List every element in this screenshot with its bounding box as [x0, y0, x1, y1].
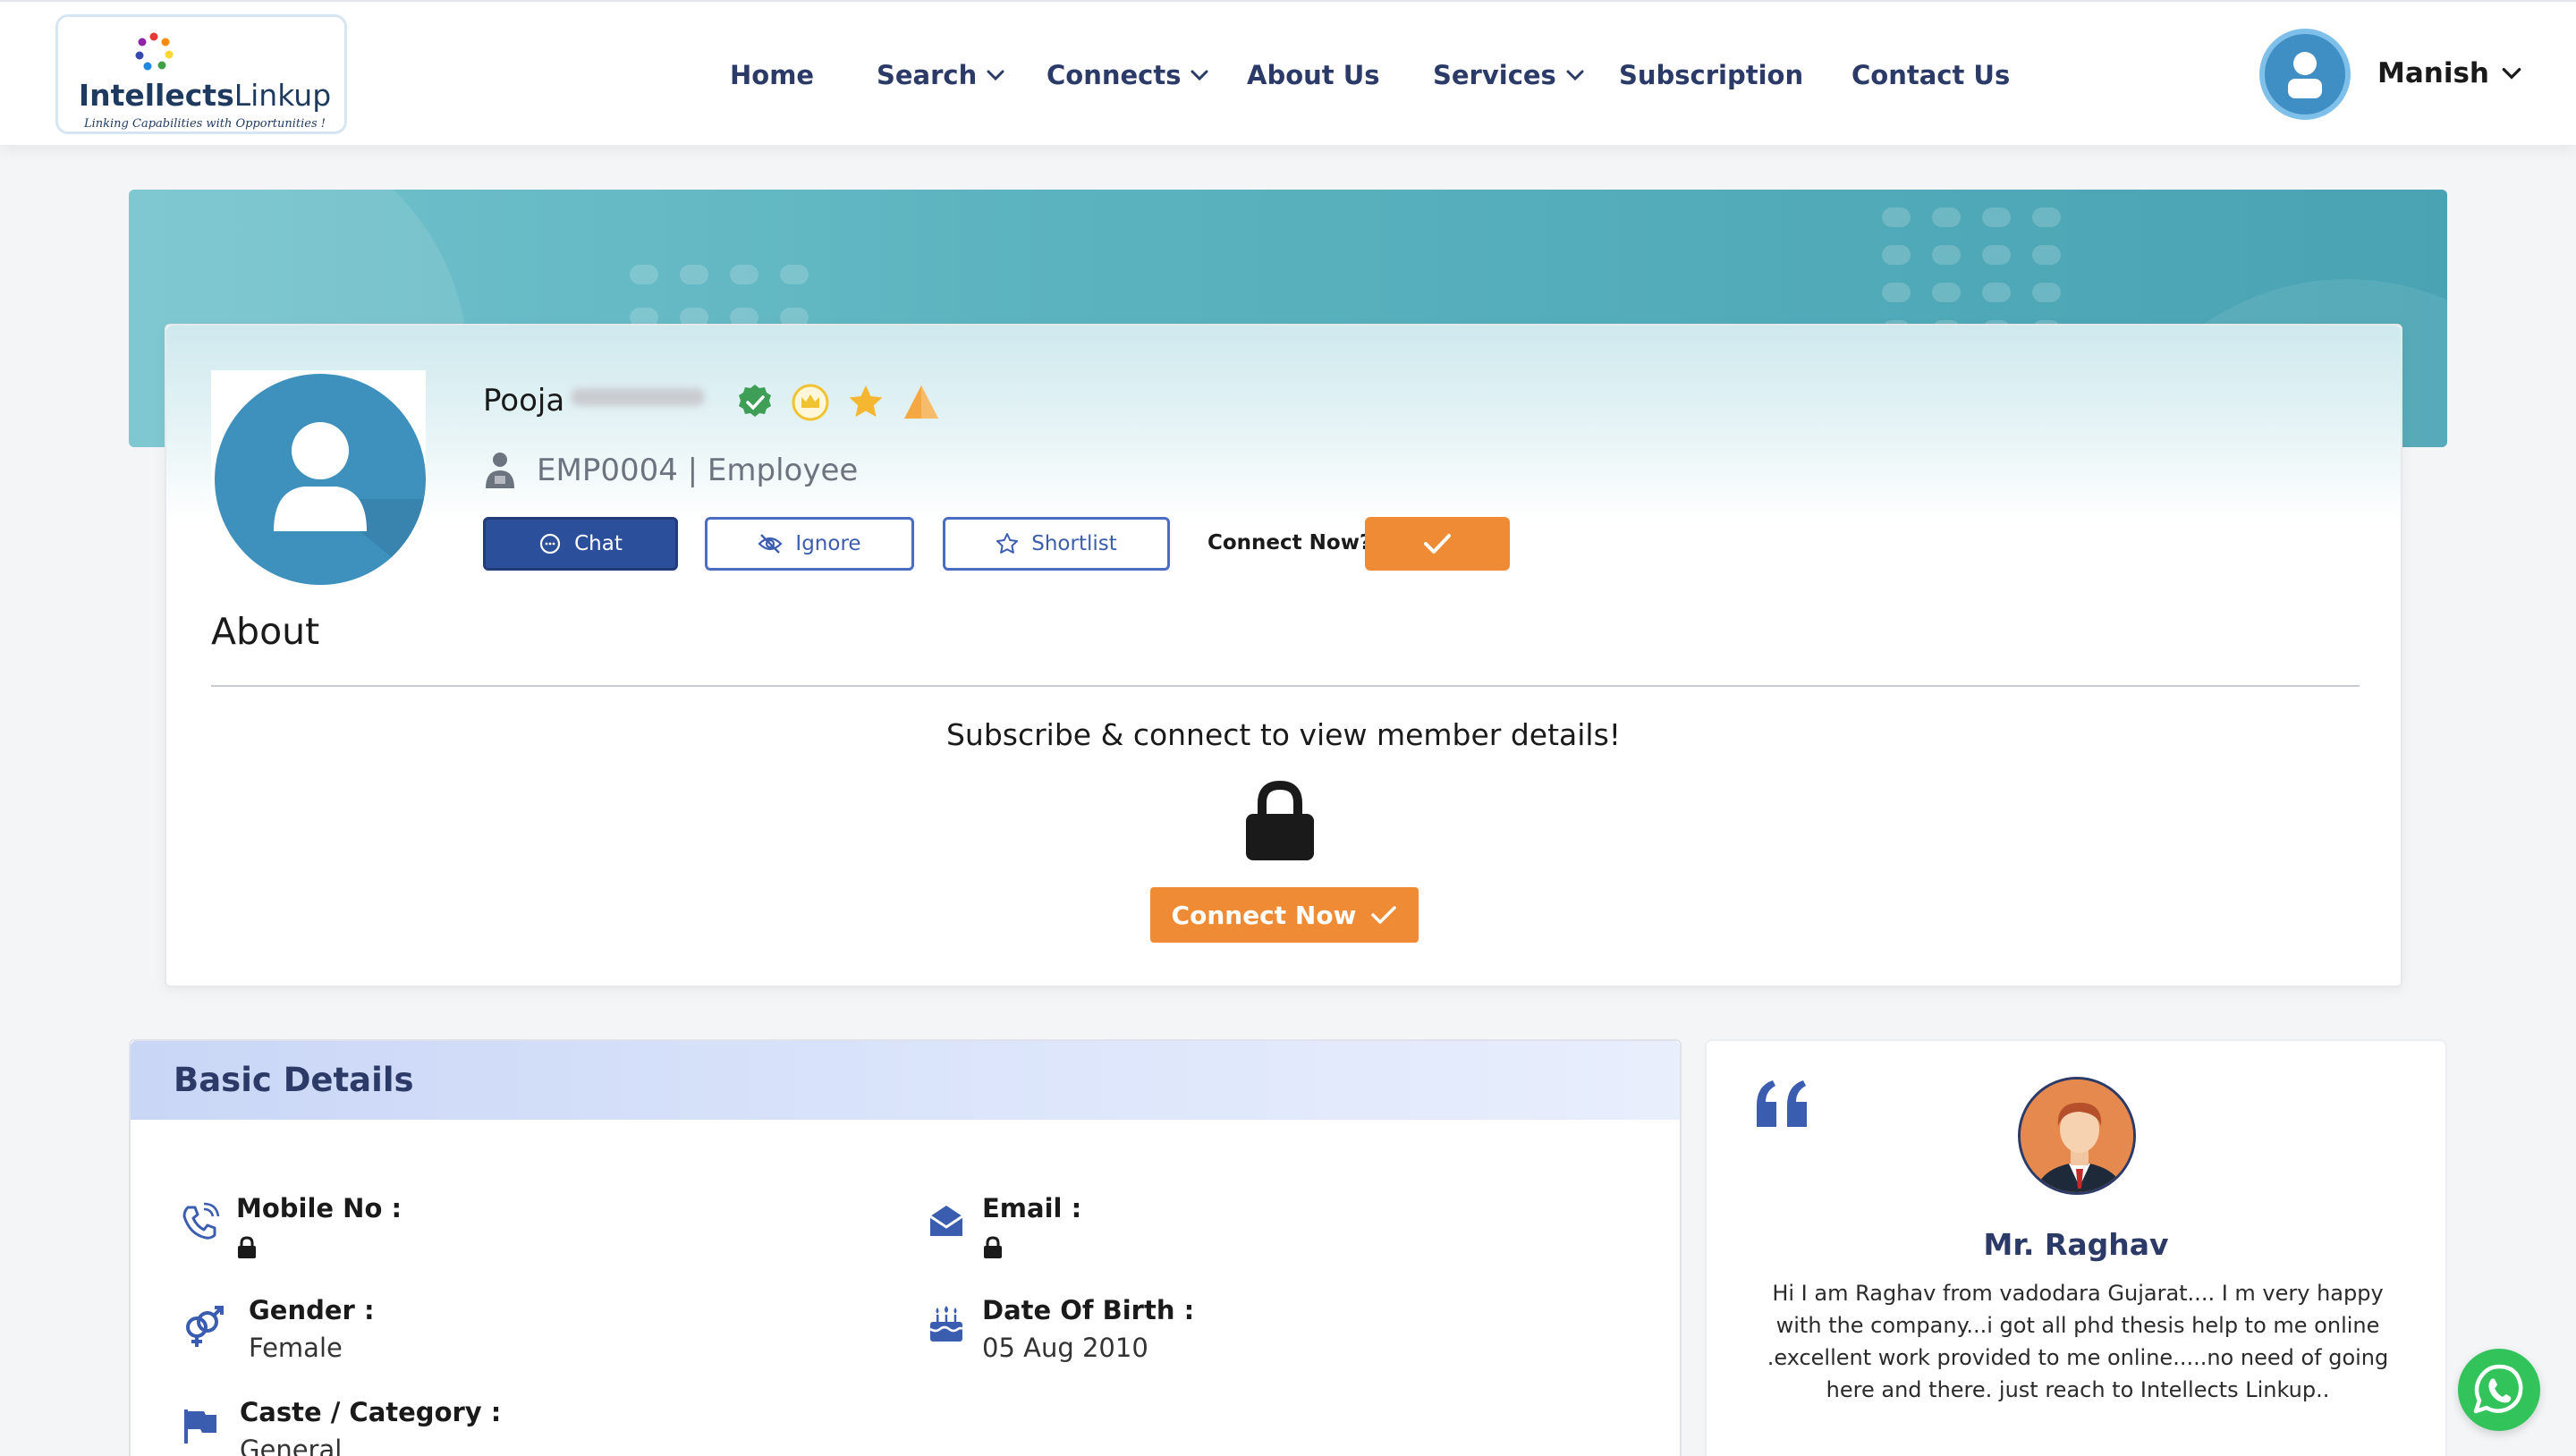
user-name: Manish [2377, 57, 2489, 89]
chevron-down-icon [1191, 70, 1208, 81]
whatsapp-icon [2473, 1364, 2523, 1414]
envelope-icon [929, 1206, 963, 1236]
profile-photo [211, 370, 426, 585]
about-heading: About [211, 610, 320, 653]
connect-now-prompt: Connect Now? [1208, 531, 1372, 554]
user-icon [2288, 52, 2322, 98]
gender-label: Gender : [249, 1295, 375, 1325]
caste-label: Caste / Category : [240, 1397, 502, 1427]
nav-subscription[interactable]: Subscription [1619, 57, 1803, 93]
person-avatar-icon [2021, 1079, 2133, 1192]
nav-services[interactable]: Services [1433, 57, 1585, 93]
gender-value: Female [249, 1333, 343, 1363]
crown-icon [792, 384, 829, 421]
nav-about-us-label: About Us [1247, 60, 1380, 90]
field-date-of-birth: Date Of Birth : 05 Aug 2010 [927, 1295, 1553, 1367]
gender-icon [186, 1306, 224, 1347]
employee-info: EMP0004 | Employee [483, 451, 858, 490]
whatsapp-button[interactable] [2458, 1349, 2540, 1431]
verified-icon [739, 385, 771, 417]
chat-icon [540, 533, 561, 554]
user-placeholder-icon [274, 422, 426, 585]
nav-connects-label: Connects [1046, 60, 1182, 90]
star-outline-icon [996, 533, 1019, 554]
main-nav: Home Search Connects About Us Services S… [0, 2, 2576, 147]
field-caste-category: Caste / Category : General [181, 1397, 807, 1456]
subscribe-message: Subscribe & connect to view member detai… [945, 717, 1622, 752]
field-email: Email : [927, 1193, 1553, 1265]
user-menu[interactable]: Manish [2259, 29, 2546, 122]
nav-connects[interactable]: Connects [1046, 57, 1209, 93]
top-navbar: IntellectsLinkup Linking Capabilities wi… [0, 0, 2576, 145]
member-first-name: Pooja [483, 383, 565, 419]
email-label: Email : [982, 1193, 1082, 1223]
dob-label: Date Of Birth : [982, 1295, 1195, 1325]
field-mobile: Mobile No : [181, 1193, 807, 1265]
mobile-label: Mobile No : [236, 1193, 402, 1223]
employee-id-role: EMP0004 | Employee [537, 453, 859, 488]
chat-button[interactable]: Chat [483, 517, 678, 571]
connect-now-button-label: Connect Now [1171, 900, 1357, 930]
chevron-down-icon [2502, 67, 2521, 80]
nav-contact-us[interactable]: Contact Us [1852, 57, 2010, 93]
testimonial-text: Hi I am Raghav from vadodara Gujarat....… [1767, 1281, 2389, 1402]
nav-contact-us-label: Contact Us [1852, 60, 2011, 90]
quote-icon [1757, 1080, 1807, 1127]
check-icon [1371, 906, 1397, 924]
flag-icon [184, 1409, 216, 1443]
chat-button-label: Chat [574, 532, 623, 555]
lock-icon [1246, 780, 1314, 860]
testimonial-author: Mr. Raghav [1983, 1227, 2169, 1262]
field-gender: Gender : Female [181, 1295, 807, 1367]
eye-slash-icon [758, 534, 783, 554]
profile-card: Pooja EMP0004 | Employee Chat Ignore Sho… [165, 324, 2402, 987]
about-divider [211, 685, 2360, 687]
check-icon [1424, 534, 1451, 554]
member-last-name-redacted [571, 388, 705, 406]
ignore-button-label: Ignore [795, 532, 861, 555]
nav-about-us[interactable]: About Us [1247, 57, 1380, 93]
nav-services-label: Services [1433, 60, 1556, 90]
nav-home[interactable]: Home [730, 57, 814, 93]
chevron-down-icon [987, 70, 1004, 81]
employee-icon [486, 453, 514, 488]
nav-search-label: Search [877, 60, 978, 90]
connect-now-button[interactable]: Connect Now [1150, 887, 1419, 943]
caste-value: General [240, 1435, 343, 1456]
basic-details-title: Basic Details [174, 1061, 414, 1099]
phone-icon [182, 1202, 220, 1240]
basic-details-header: Basic Details [131, 1041, 1680, 1120]
nav-search[interactable]: Search [877, 57, 1005, 93]
star-icon [849, 385, 883, 418]
nav-home-label: Home [730, 60, 815, 90]
cake-icon [929, 1306, 963, 1342]
chevron-down-icon [1566, 70, 1584, 81]
shortlist-button-label: Shortlist [1031, 532, 1117, 555]
nav-subscription-label: Subscription [1619, 60, 1804, 90]
warning-icon [904, 385, 938, 419]
ignore-button[interactable]: Ignore [705, 517, 914, 571]
connect-now-check-button[interactable] [1365, 517, 1510, 571]
lock-icon [238, 1236, 256, 1258]
dob-value: 05 Aug 2010 [982, 1333, 1148, 1363]
basic-details-card: Basic Details Mobile No : Email : Gender… [129, 1039, 1682, 1456]
testimonial-avatar [2018, 1077, 2136, 1195]
testimonial-card: Mr. Raghav Hi I am Raghav from vadodara … [1705, 1039, 2447, 1456]
lock-icon [984, 1236, 1002, 1258]
user-avatar[interactable] [2259, 29, 2351, 120]
shortlist-button[interactable]: Shortlist [943, 517, 1170, 571]
